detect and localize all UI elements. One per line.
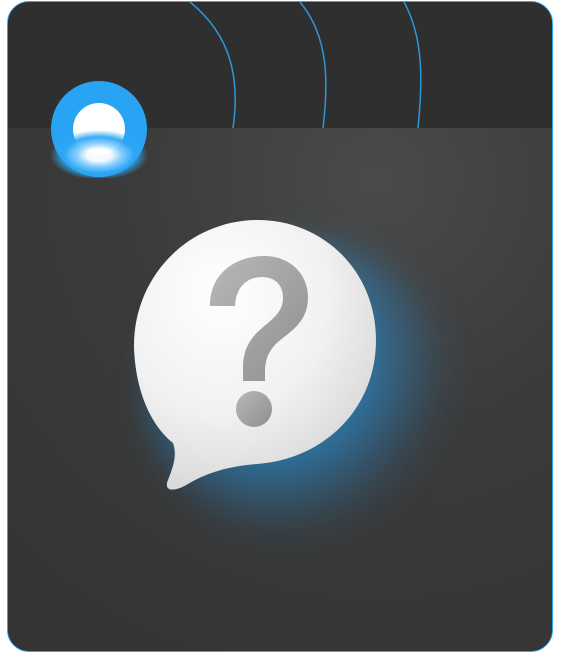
question-bubble-icon <box>133 220 376 490</box>
status-dot-icon <box>50 81 148 178</box>
illustration-card <box>7 1 553 652</box>
